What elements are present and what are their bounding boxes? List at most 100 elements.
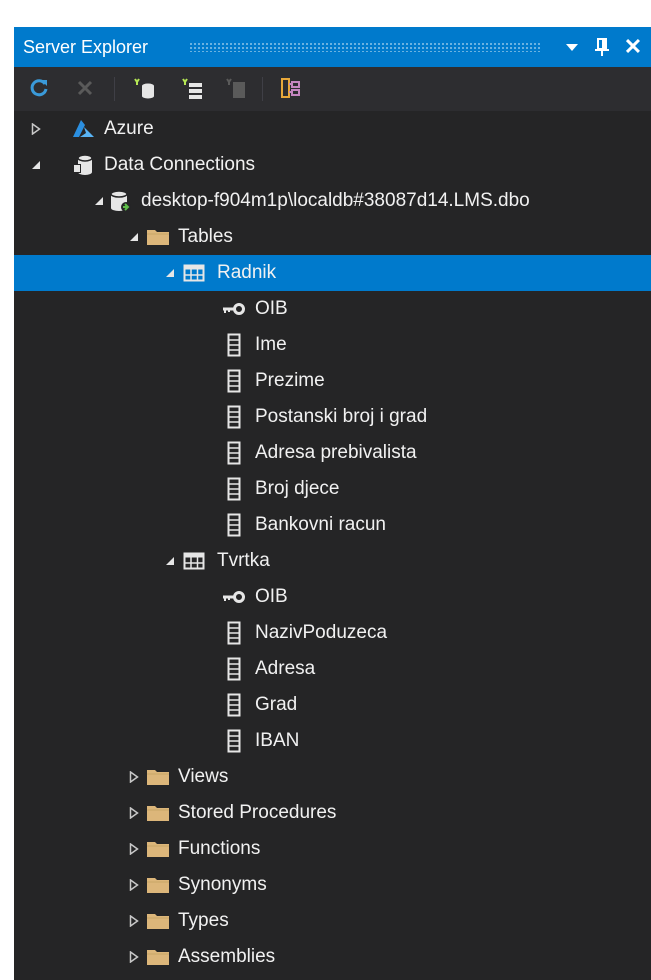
tree-item[interactable]: OIB xyxy=(14,291,651,327)
tree-item-label: Functions xyxy=(178,838,261,859)
tree-item[interactable]: Bankovni racun xyxy=(14,507,651,543)
connect-to-database-button[interactable] xyxy=(132,75,158,101)
tree-item-label: Tvrtka xyxy=(217,550,270,571)
tree-item[interactable]: desktop-f904m1p\localdb#38087d14.LMS.dbo xyxy=(14,183,651,219)
window-position-button[interactable] xyxy=(558,27,586,67)
collapsed-arrow-icon[interactable] xyxy=(126,795,142,831)
tree-item-label: Ime xyxy=(255,334,287,355)
tree-item[interactable]: OIB xyxy=(14,579,651,615)
dropdown-arrow-icon xyxy=(566,44,578,51)
folder-icon xyxy=(145,800,171,826)
class-diagram-icon xyxy=(281,78,300,98)
column-icon xyxy=(221,728,247,754)
azure-icon xyxy=(70,116,96,142)
tree-item[interactable]: Azure xyxy=(14,111,651,147)
column-icon xyxy=(221,476,247,502)
tree-item[interactable]: Views xyxy=(14,759,651,795)
tree-item[interactable]: NazivPoduzeca xyxy=(14,615,651,651)
tree-item-label: OIB xyxy=(255,586,288,607)
database-connection-icon xyxy=(107,188,133,214)
tree-item-label: Synonyms xyxy=(178,874,267,895)
tree-item[interactable]: Adresa xyxy=(14,651,651,687)
column-icon xyxy=(221,620,247,646)
tree-item-label: Postanski broj i grad xyxy=(255,406,428,427)
expanded-arrow-icon[interactable] xyxy=(91,183,107,219)
data-connections-icon xyxy=(70,152,96,178)
column-icon xyxy=(221,404,247,430)
tree-item[interactable]: Grad xyxy=(14,687,651,723)
tree-item[interactable]: Postanski broj i grad xyxy=(14,399,651,435)
toolbar-separator xyxy=(114,77,115,101)
tree-item-label: desktop-f904m1p\localdb#38087d14.LMS.dbo xyxy=(141,190,530,211)
expanded-arrow-icon[interactable] xyxy=(28,147,44,183)
folder-icon xyxy=(145,872,171,898)
tree-item[interactable]: Adresa prebivalista xyxy=(14,435,651,471)
tree-item[interactable]: Assemblies xyxy=(14,939,651,975)
tree-item-label: Data Connections xyxy=(104,154,256,175)
expanded-arrow-icon[interactable] xyxy=(162,543,178,579)
connect-database-icon xyxy=(134,78,154,99)
tree-item[interactable]: Prezime xyxy=(14,363,651,399)
table-icon xyxy=(181,260,207,286)
auto-hide-button[interactable] xyxy=(588,27,616,67)
panel-title: Server Explorer xyxy=(23,37,149,57)
tree-item-label: Adresa prebivalista xyxy=(255,442,417,463)
tree-item[interactable]: IBAN xyxy=(14,723,651,759)
table-icon xyxy=(181,548,207,574)
folder-icon xyxy=(145,908,171,934)
close-icon: ✕ xyxy=(623,34,643,59)
column-icon xyxy=(221,692,247,718)
tree-item-label: Broj djece xyxy=(255,478,340,499)
expanded-arrow-icon[interactable] xyxy=(126,219,142,255)
folder-icon xyxy=(145,764,171,790)
panel-title-bar[interactable]: Server Explorer ✕ xyxy=(14,27,651,67)
folder-icon xyxy=(145,944,171,970)
tree-item-label: OIB xyxy=(255,298,288,319)
tree-item-label: Radnik xyxy=(217,262,277,283)
tree-item[interactable]: Ime xyxy=(14,327,651,363)
pin-icon xyxy=(595,38,609,56)
toolbar-separator xyxy=(262,77,263,101)
collapsed-arrow-icon[interactable] xyxy=(126,939,142,975)
stop-button[interactable] xyxy=(72,75,98,101)
refresh-button[interactable] xyxy=(26,75,52,101)
tree-item[interactable]: Tvrtka xyxy=(14,543,651,579)
primary-key-icon xyxy=(221,584,247,610)
tree-item[interactable]: Radnik xyxy=(14,255,651,291)
drag-grip[interactable] xyxy=(189,42,541,52)
tree-item[interactable]: Broj djece xyxy=(14,471,651,507)
folder-icon xyxy=(145,836,171,862)
tree-item[interactable]: Functions xyxy=(14,831,651,867)
tree-item[interactable]: Stored Procedures xyxy=(14,795,651,831)
tree-item[interactable]: Data Connections xyxy=(14,147,651,183)
tree-item[interactable]: Types xyxy=(14,903,651,939)
column-icon xyxy=(221,368,247,394)
connect-server-icon xyxy=(182,78,202,99)
column-icon xyxy=(221,512,247,538)
class-diagram-button[interactable] xyxy=(278,75,304,101)
collapsed-arrow-icon[interactable] xyxy=(126,759,142,795)
connect-sharepoint-icon xyxy=(226,78,245,98)
tree-item-label: Tables xyxy=(178,226,233,247)
server-explorer-panel: Server Explorer ✕ Azure Data Connections d… xyxy=(14,27,651,980)
tree-item-label: Bankovni racun xyxy=(255,514,386,535)
collapsed-arrow-icon[interactable] xyxy=(126,867,142,903)
connect-to-server-button[interactable] xyxy=(180,75,206,101)
tree-item-label: Assemblies xyxy=(178,946,276,967)
tree-item[interactable]: Tables xyxy=(14,219,651,255)
column-icon xyxy=(221,440,247,466)
expanded-arrow-icon[interactable] xyxy=(162,255,178,291)
collapsed-arrow-icon[interactable] xyxy=(28,111,44,147)
tree-item-label: Prezime xyxy=(255,370,325,391)
primary-key-icon xyxy=(221,296,247,322)
close-button[interactable]: ✕ xyxy=(618,27,648,67)
column-icon xyxy=(221,332,247,358)
tree-item-label: Stored Procedures xyxy=(178,802,337,823)
collapsed-arrow-icon[interactable] xyxy=(126,903,142,939)
collapsed-arrow-icon[interactable] xyxy=(126,831,142,867)
tree-item-label: IBAN xyxy=(255,730,300,751)
folder-icon xyxy=(145,224,171,250)
tree-item-label: Adresa xyxy=(255,658,316,679)
connect-to-sharepoint-button[interactable] xyxy=(224,75,250,101)
tree-item[interactable]: Synonyms xyxy=(14,867,651,903)
